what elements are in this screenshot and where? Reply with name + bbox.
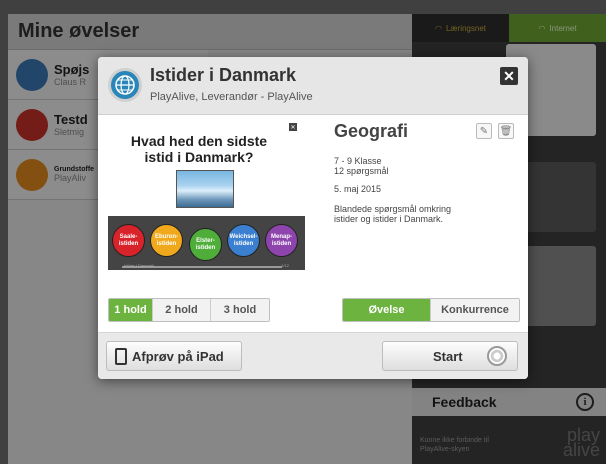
answer-option: Elster-istiden [189, 228, 222, 261]
dialog-footer: Afprøv på iPad Start [98, 332, 528, 379]
try-on-ipad-button[interactable]: Afprøv på iPad [106, 341, 242, 371]
mode-selector: Øvelse Konkurrence [342, 298, 520, 322]
exercise-preview[interactable]: ✕ Hvad hed den sidste istid i Danmark? S… [108, 121, 305, 271]
grade-level: 7 - 9 Klasse [334, 156, 382, 166]
pencil-icon: ✎ [479, 125, 489, 137]
dialog-header: Istider i Danmark PlayAlive, Leverandør … [98, 57, 528, 115]
created-date: 5. maj 2015 [334, 184, 382, 194]
preview-question: Hvad hed den sidste istid i Danmark? [130, 133, 268, 165]
team-selector: 1 hold 2 hold 3 hold [108, 298, 270, 322]
start-label: Start [433, 348, 463, 364]
answer-option: Saale-istiden [112, 224, 145, 257]
exercise-info: Geografi ✎ 🗑 7 - 9 Klasse 12 spørgsmål 5… [334, 121, 518, 224]
exercise-description: Blandede spørgsmål omkring istider og is… [334, 204, 452, 224]
team-option-1[interactable]: 1 hold [109, 299, 153, 321]
trash-icon: 🗑 [499, 125, 513, 137]
team-option-2[interactable]: 2 hold [153, 299, 211, 321]
mode-ovelse[interactable]: Øvelse [343, 299, 431, 321]
exercise-dialog: Istider i Danmark PlayAlive, Leverandør … [98, 57, 528, 379]
preview-footer-text: Istider i Danmark [124, 263, 155, 268]
dialog-subtitle: PlayAlive, Leverandør - PlayAlive [150, 91, 313, 103]
answer-option: Eburon-istiden [150, 224, 183, 257]
edit-button[interactable]: ✎ [476, 123, 492, 139]
globe-icon [108, 68, 142, 102]
close-icon: ✕ [289, 123, 297, 131]
glacier-image [176, 170, 234, 208]
question-count: 12 spørgsmål [334, 166, 389, 176]
dialog-title: Istider i Danmark [150, 65, 297, 85]
team-option-3[interactable]: 3 hold [211, 299, 269, 321]
try-on-ipad-label: Afprøv på iPad [132, 348, 224, 364]
preview-counter: 1/12 [281, 263, 289, 268]
gear-icon [487, 346, 507, 366]
delete-button[interactable]: 🗑 [498, 123, 514, 139]
close-button[interactable]: ✕ [500, 67, 518, 85]
ipad-icon [115, 347, 127, 365]
answer-option: Menap-istiden [265, 224, 298, 257]
answer-options: Saale-istiden Eburon-istiden Elster-isti… [108, 216, 305, 270]
answer-option: Weichsel-istiden [227, 224, 260, 257]
mode-konkurrence[interactable]: Konkurrence [431, 299, 519, 321]
start-button[interactable]: Start [382, 341, 518, 371]
